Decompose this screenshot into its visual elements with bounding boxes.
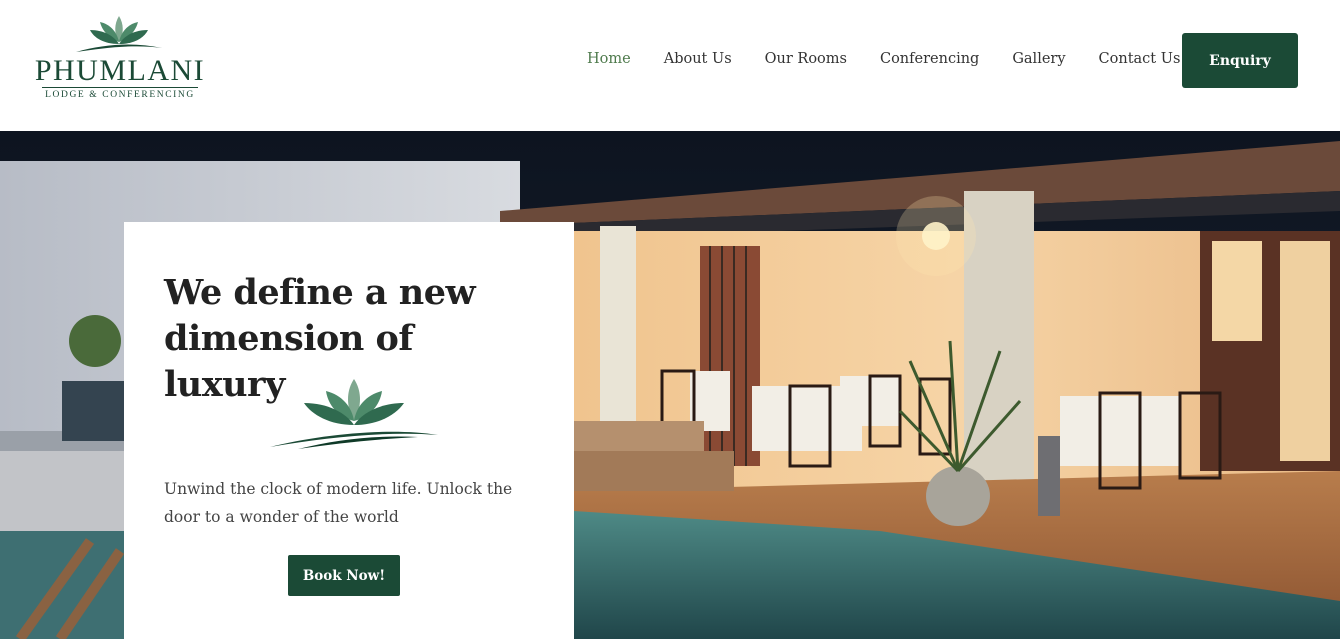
site-logo[interactable]: PHUMLANI LODGE & CONFERENCING bbox=[34, 14, 206, 104]
nav-gallery[interactable]: Gallery bbox=[1012, 51, 1065, 67]
hero-section: We define a new dimension of luxury Unwi… bbox=[0, 131, 1340, 639]
lotus-divider-icon bbox=[270, 379, 438, 449]
site-header: PHUMLANI LODGE & CONFERENCING Home About… bbox=[0, 0, 1340, 131]
brand-divider bbox=[42, 87, 198, 88]
nav-conferencing[interactable]: Conferencing bbox=[880, 51, 979, 67]
nav-our-rooms[interactable]: Our Rooms bbox=[765, 51, 847, 67]
nav-home[interactable]: Home bbox=[587, 51, 631, 67]
enquiry-button[interactable]: Enquiry bbox=[1182, 33, 1298, 88]
lotus-logo-icon bbox=[76, 16, 162, 52]
brand-name: PHUMLANI bbox=[34, 54, 206, 87]
nav-about-us[interactable]: About Us bbox=[664, 51, 732, 67]
hero-card: We define a new dimension of luxury Unwi… bbox=[124, 222, 574, 639]
book-now-button[interactable]: Book Now! bbox=[288, 555, 400, 596]
hero-text: Unwind the clock of modern life. Unlock … bbox=[164, 480, 513, 526]
main-nav: Home About Us Our Rooms Conferencing Gal… bbox=[587, 47, 1213, 71]
nav-contact-us[interactable]: Contact Us bbox=[1099, 51, 1181, 67]
brand-tagline: LODGE & CONFERENCING bbox=[45, 90, 195, 100]
